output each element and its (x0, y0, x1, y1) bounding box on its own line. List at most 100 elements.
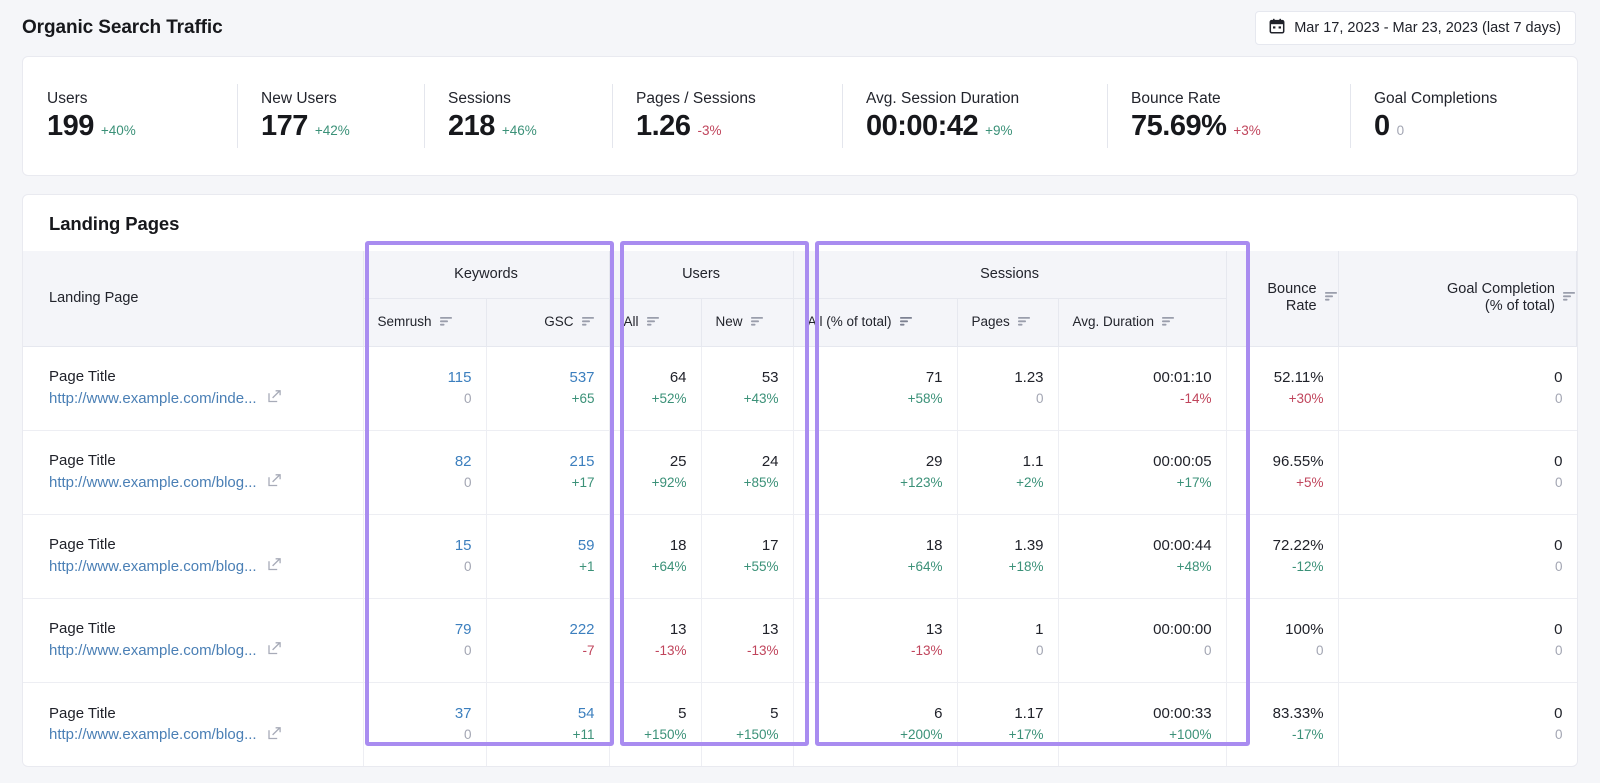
sessions-pages-label: Pages (971, 313, 1010, 329)
kpi-pages-per-sessions: Pages / Sessions 1.26 -3% (612, 84, 842, 148)
external-link-icon[interactable] (267, 473, 282, 492)
cell-sessions-all: 13 -13% (793, 598, 958, 683)
cell-users-all: 64 +52% (609, 346, 702, 431)
page-url-link[interactable]: http://www.example.com/blog... (49, 472, 257, 494)
cell-value: 00:00:33 (1153, 704, 1212, 722)
date-range-label: Mar 17, 2023 - Mar 23, 2023 (last 7 days… (1294, 20, 1561, 36)
cell-goal-completion: 0 0 (1338, 346, 1577, 431)
cell-delta: 0 (1316, 643, 1324, 659)
cell-delta: +1 (579, 559, 595, 575)
cell-delta: 0 (1036, 391, 1044, 407)
page-url-link[interactable]: http://www.example.com/blog... (49, 556, 257, 578)
cell-gsc: 215 +17 (486, 430, 610, 515)
column-header-goal-completion[interactable]: Goal Completion (% of total) (1338, 251, 1577, 347)
landing-page-cell: Page Title http://www.example.com/blog..… (23, 598, 364, 683)
table-row[interactable]: Page Title http://www.example.com/inde..… (23, 346, 1577, 431)
table-row[interactable]: Page Title http://www.example.com/blog..… (23, 514, 1577, 599)
cell-sessions-pages: 1.17 +17% (957, 682, 1059, 766)
cell-value: 18 (925, 536, 943, 554)
cell-value: 15 (454, 536, 472, 554)
external-link-icon[interactable] (267, 557, 282, 576)
landing-page-cell: Page Title http://www.example.com/blog..… (23, 682, 364, 766)
column-header-gsc[interactable]: GSC (486, 298, 610, 347)
cell-sessions-all: 18 +64% (793, 514, 958, 599)
cell-value: 37 (454, 704, 472, 722)
cell-delta: -13% (655, 643, 687, 659)
cell-delta: +30% (1288, 391, 1324, 407)
kpi-value: 1.26 (636, 110, 691, 143)
kpi-value: 00:00:42 (866, 110, 979, 143)
column-header-users-new[interactable]: New (701, 298, 794, 347)
cell-users-all: 18 +64% (609, 514, 702, 599)
sort-icon[interactable] (1562, 289, 1576, 307)
cell-value: 59 (577, 536, 595, 554)
kpi-avg-session-duration: Avg. Session Duration 00:00:42 +9% (842, 84, 1107, 148)
cell-value: 00:00:05 (1153, 452, 1212, 470)
cell-users-all: 25 +92% (609, 430, 702, 515)
kpi-delta: +3% (1233, 123, 1261, 139)
table-row[interactable]: Page Title http://www.example.com/blog..… (23, 598, 1577, 683)
sort-icon[interactable] (1161, 314, 1175, 331)
cell-value: 53 (761, 368, 779, 386)
cell-value: 00:00:44 (1153, 536, 1212, 554)
sessions-duration-label: Avg. Duration (1072, 313, 1155, 329)
cell-value: 52.11% (1273, 368, 1324, 386)
sort-icon[interactable] (646, 314, 660, 331)
column-header-semrush[interactable]: Semrush (363, 298, 487, 347)
page-url-link[interactable]: http://www.example.com/blog... (49, 640, 257, 662)
cell-delta: 0 (463, 643, 472, 659)
column-header-users-all[interactable]: All (609, 298, 702, 347)
landing-page-cell: Page Title http://www.example.com/blog..… (23, 514, 364, 599)
column-header-sessions-all[interactable]: All (% of total) (793, 298, 958, 347)
cell-sessions-pages: 1.23 0 (957, 346, 1059, 431)
sort-icon[interactable] (1324, 289, 1338, 307)
kpi-value: 177 (261, 110, 308, 143)
page-url-link[interactable]: http://www.example.com/inde... (49, 388, 257, 410)
table-row[interactable]: Page Title http://www.example.com/blog..… (23, 430, 1577, 515)
column-header-sessions-pages[interactable]: Pages (957, 298, 1059, 347)
cell-semrush: 37 0 (363, 682, 487, 766)
cell-goal-completion: 0 0 (1338, 682, 1576, 766)
cell-value: 5 (678, 704, 687, 722)
cell-delta: +150% (644, 727, 687, 743)
cell-delta: +100% (1169, 727, 1212, 743)
bounce-rate-label: Bounce Rate (1267, 280, 1317, 315)
sort-icon[interactable] (581, 314, 595, 331)
cell-value: 17 (761, 536, 779, 554)
group-header-keywords: Keywords (363, 251, 610, 299)
cell-users-new: 53 +43% (701, 346, 794, 431)
cell-delta: +92% (651, 475, 687, 491)
landing-pages-card: Landing Pages Landing Page Keywords User… (22, 194, 1578, 767)
table-row[interactable]: Page Title http://www.example.com/blog..… (23, 682, 1577, 766)
cell-delta: 0 (1554, 391, 1563, 407)
landing-page-header-label: Landing Page (49, 290, 139, 307)
cell-delta: +150% (736, 727, 779, 743)
sort-icon[interactable] (750, 314, 764, 331)
external-link-icon[interactable] (267, 641, 282, 660)
page-url-link[interactable]: http://www.example.com/blog... (49, 724, 257, 746)
cell-bounce-rate: 96.55% +5% (1226, 430, 1339, 515)
kpi-value: 199 (47, 110, 94, 143)
external-link-icon[interactable] (267, 389, 282, 408)
kpi-delta: +42% (314, 123, 350, 139)
cell-bounce-rate: 100% 0 (1226, 598, 1339, 683)
cell-value: 0 (1554, 452, 1563, 470)
date-range-picker[interactable]: Mar 17, 2023 - Mar 23, 2023 (last 7 days… (1255, 11, 1576, 45)
sort-icon[interactable] (1017, 314, 1031, 331)
cell-value: 24 (761, 452, 779, 470)
cell-sessions-pages: 1 0 (957, 598, 1059, 683)
cell-semrush: 115 0 (363, 346, 487, 431)
cell-goal-completion: 0 0 (1338, 598, 1577, 683)
landing-page-cell: Page Title http://www.example.com/blog..… (23, 430, 364, 515)
sort-icon[interactable] (439, 314, 453, 331)
cell-value: 13 (761, 620, 779, 638)
column-header-bounce-rate[interactable]: Bounce Rate (1226, 251, 1339, 347)
page-title-text: Page Title (49, 620, 116, 638)
cell-value: 1.23 (1014, 368, 1044, 386)
cell-delta: +64% (907, 559, 943, 575)
external-link-icon[interactable] (267, 726, 282, 745)
sort-icon[interactable] (899, 314, 913, 331)
column-header-sessions-avg-duration[interactable]: Avg. Duration (1058, 298, 1227, 347)
landing-pages-table: Landing Page Keywords Users Sessions Bou… (23, 251, 1577, 766)
cell-bounce-rate: 52.11% +30% (1226, 346, 1339, 431)
